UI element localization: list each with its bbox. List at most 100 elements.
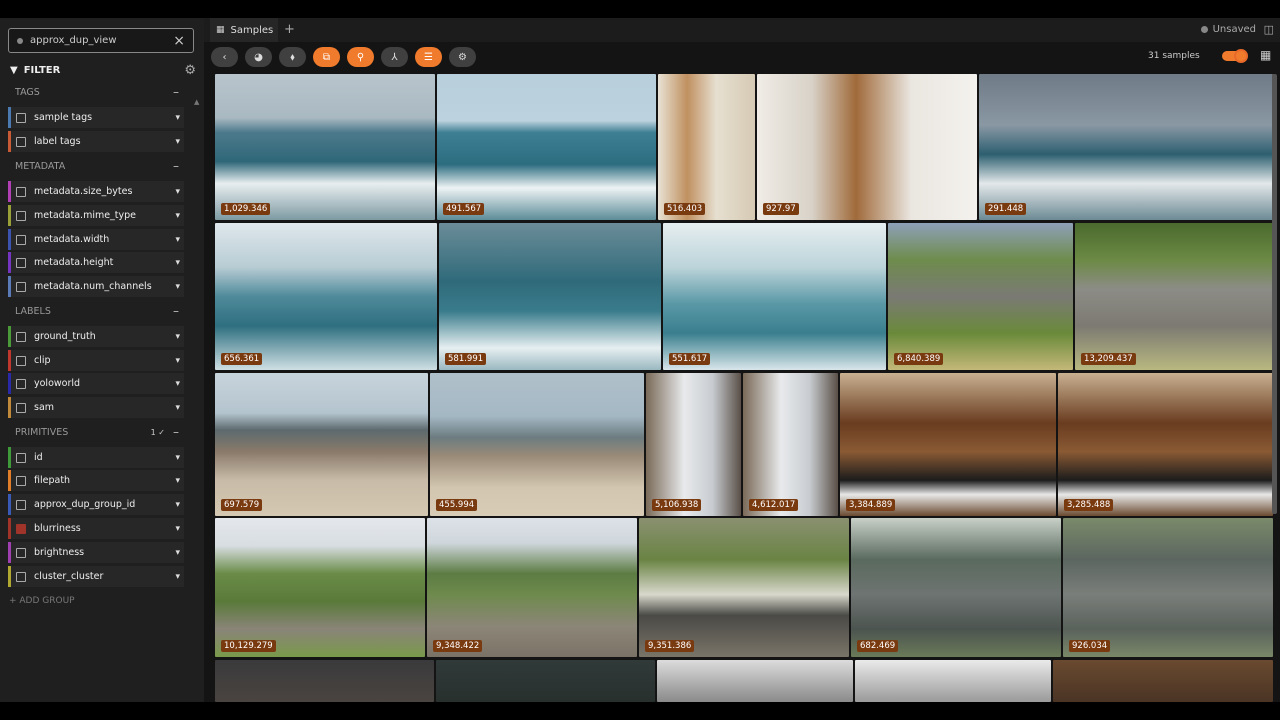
sample-tile[interactable] (657, 660, 853, 702)
tag-button[interactable]: ⬧ (279, 47, 306, 67)
search-button[interactable]: ⚲ (347, 47, 374, 67)
sample-tile[interactable]: 926.034 (1063, 518, 1273, 657)
field-width[interactable]: metadata.width ▾ (8, 229, 184, 250)
field-group-id[interactable]: approx_dup_group_id ▾ (8, 494, 184, 515)
sample-tile[interactable]: 927.97 (757, 74, 977, 220)
chevron-down-icon[interactable]: ▾ (175, 356, 180, 366)
field-cluster[interactable]: cluster_cluster ▾ (8, 566, 184, 587)
chevron-down-icon[interactable]: ▾ (175, 403, 180, 413)
field-sample-tags[interactable]: sample tags ▾ (8, 107, 184, 128)
field-size-bytes[interactable]: metadata.size_bytes ▾ (8, 181, 184, 202)
color-palette-button[interactable]: ◕ (245, 47, 272, 67)
collapse-icon[interactable]: – (173, 304, 179, 318)
field-mime-type[interactable]: metadata.mime_type ▾ (8, 205, 184, 226)
chevron-down-icon[interactable]: ▾ (175, 332, 180, 342)
chevron-down-icon[interactable]: ▾ (175, 548, 180, 558)
field-height[interactable]: metadata.height ▾ (8, 252, 184, 273)
chevron-down-icon[interactable]: ▾ (175, 500, 180, 510)
sample-tile[interactable]: 6,840.389 (888, 223, 1073, 370)
settings-button[interactable]: ⚙ (449, 47, 476, 67)
add-group-button[interactable]: + ADD GROUP (9, 596, 75, 606)
field-clip[interactable]: clip ▾ (8, 350, 184, 371)
tab-samples[interactable]: ▦ Samples (210, 18, 278, 42)
field-checkbox[interactable] (16, 136, 26, 147)
sample-tile[interactable] (436, 660, 655, 702)
group-tags[interactable]: TAGS – (8, 81, 184, 103)
field-checkbox[interactable] (16, 355, 26, 366)
chevron-down-icon[interactable]: ▾ (175, 258, 180, 268)
field-blurriness[interactable]: blurriness ▾ (8, 518, 184, 539)
slider-knob[interactable] (1234, 49, 1248, 63)
sample-tile[interactable]: 3,285.488 (1058, 373, 1273, 516)
field-num-channels[interactable]: metadata.num_channels ▾ (8, 276, 184, 297)
grid-size-slider[interactable] (1222, 49, 1248, 63)
sample-tile[interactable] (1053, 660, 1273, 702)
chevron-down-icon[interactable]: ▾ (175, 137, 180, 147)
grid-scrollbar[interactable] (1272, 74, 1277, 514)
chevron-down-icon[interactable]: ▾ (175, 524, 180, 534)
sample-tile[interactable]: 581.991 (439, 223, 661, 370)
sample-tile[interactable] (215, 660, 434, 702)
sample-tile[interactable]: 491.567 (437, 74, 656, 220)
sample-tile[interactable]: 13,209.437 (1075, 223, 1273, 370)
field-yoloworld[interactable]: yoloworld ▾ (8, 373, 184, 394)
chevron-down-icon[interactable]: ▾ (175, 187, 180, 197)
collapse-icon[interactable]: – (173, 159, 179, 173)
sample-tile[interactable]: 551.617 (663, 223, 886, 370)
field-filepath[interactable]: filepath ▾ (8, 470, 184, 491)
field-checkbox[interactable] (16, 547, 26, 558)
patches-button[interactable]: ⧉ (313, 47, 340, 67)
sample-tile[interactable]: 516.403 (658, 74, 755, 220)
list-button[interactable]: ☰ (415, 47, 442, 67)
field-checkbox[interactable] (16, 571, 26, 582)
chevron-down-icon[interactable]: ▾ (175, 211, 180, 221)
sidebar-scrollbar[interactable]: ▲▼ (194, 98, 202, 718)
field-checkbox-checked[interactable] (16, 523, 26, 534)
chevron-down-icon[interactable]: ▾ (175, 572, 180, 582)
chevron-down-icon[interactable]: ▾ (175, 453, 180, 463)
field-sam[interactable]: sam ▾ (8, 397, 184, 418)
sample-tile[interactable]: 5,106.938 (646, 373, 741, 516)
sample-tile[interactable]: 697.579 (215, 373, 428, 516)
sample-tile[interactable]: 4,612.017 (743, 373, 838, 516)
field-checkbox[interactable] (16, 452, 26, 463)
split-panel-icon[interactable]: ◫ (1264, 23, 1274, 36)
chevron-down-icon[interactable]: ▾ (175, 282, 180, 292)
chevron-down-icon[interactable]: ▾ (175, 113, 180, 123)
gear-icon[interactable]: ⚙ (184, 63, 196, 78)
collapse-icon[interactable]: – (173, 85, 179, 99)
sample-tile[interactable]: 1,029.346 (215, 74, 435, 220)
field-checkbox[interactable] (16, 112, 26, 123)
sample-tile[interactable]: 682.469 (851, 518, 1061, 657)
field-ground-truth[interactable]: ground_truth ▾ (8, 326, 184, 347)
field-id[interactable]: id ▾ (8, 447, 184, 468)
sample-tile[interactable] (855, 660, 1051, 702)
collapse-icon[interactable]: – (173, 425, 179, 439)
field-checkbox[interactable] (16, 210, 26, 221)
field-brightness[interactable]: brightness ▾ (8, 542, 184, 563)
field-checkbox[interactable] (16, 331, 26, 342)
view-selector[interactable]: approx_dup_view × (8, 28, 194, 53)
sample-tile[interactable]: 10,129.279 (215, 518, 425, 657)
chevron-down-icon[interactable]: ▾ (175, 476, 180, 486)
field-checkbox[interactable] (16, 257, 26, 268)
grid-view-icon[interactable]: ▦ (1260, 48, 1271, 62)
group-metadata[interactable]: METADATA – (8, 155, 184, 177)
chevron-down-icon[interactable]: ▾ (175, 379, 180, 389)
merge-icon-button[interactable]: ⅄ (381, 47, 408, 67)
field-checkbox[interactable] (16, 378, 26, 389)
field-checkbox[interactable] (16, 186, 26, 197)
sample-tile[interactable]: 9,351.386 (639, 518, 849, 657)
field-checkbox[interactable] (16, 281, 26, 292)
group-labels[interactable]: LABELS – (8, 300, 184, 322)
close-icon[interactable]: × (173, 33, 185, 49)
field-checkbox[interactable] (16, 499, 26, 510)
add-tab-button[interactable]: + (284, 22, 295, 37)
field-checkbox[interactable] (16, 402, 26, 413)
back-button[interactable]: ‹ (211, 47, 238, 67)
chevron-down-icon[interactable]: ▾ (175, 235, 180, 245)
sample-tile[interactable]: 455.994 (430, 373, 644, 516)
sample-tile[interactable]: 3,384.889 (840, 373, 1056, 516)
field-label-tags[interactable]: label tags ▾ (8, 131, 184, 152)
sample-tile[interactable]: 656.361 (215, 223, 437, 370)
